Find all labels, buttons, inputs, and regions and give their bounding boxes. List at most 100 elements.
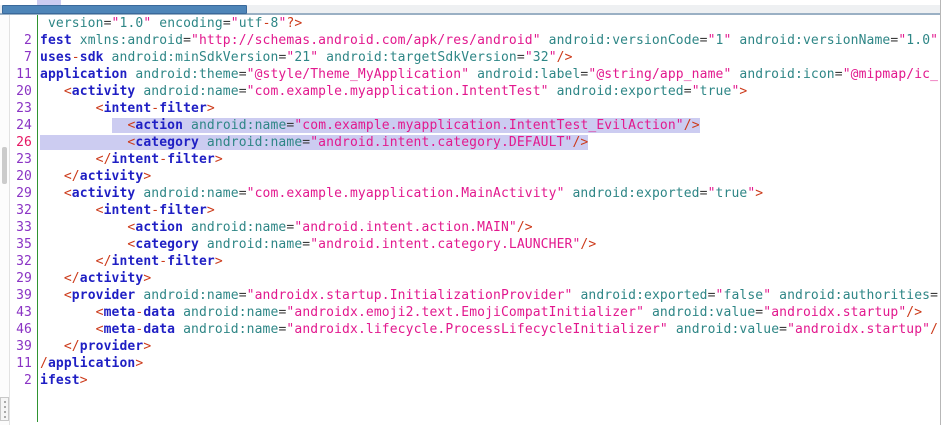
line-number[interactable]: 35 bbox=[9, 236, 37, 253]
code-line[interactable]: 43 <meta-data android:name="androidx.emo… bbox=[9, 304, 940, 321]
code-line[interactable]: 2fest xmlns:android="http://schemas.andr… bbox=[9, 32, 940, 49]
code-text: <provider android:name="androidx.startup… bbox=[37, 287, 938, 304]
line-number[interactable]: 24 bbox=[9, 117, 37, 134]
code-line[interactable]: 2ifest> bbox=[9, 372, 940, 389]
code-line[interactable]: 32 <intent-filter> bbox=[9, 202, 940, 219]
code-line[interactable]: version="1.0" encoding="utf-8"?> bbox=[9, 15, 940, 32]
code-line[interactable]: 39 <provider android:name="androidx.star… bbox=[9, 287, 940, 304]
code-line[interactable]: 23 </intent-filter> bbox=[9, 151, 940, 168]
code-line[interactable]: 11/application> bbox=[9, 355, 940, 372]
splitter-grip[interactable] bbox=[0, 397, 9, 421]
token: application bbox=[40, 67, 127, 82]
token: " bbox=[716, 288, 724, 303]
code-line[interactable]: 11application android:theme="@style/Them… bbox=[9, 66, 940, 83]
code-line[interactable]: 23 <intent-filter> bbox=[9, 100, 940, 117]
line-number[interactable]: 39 bbox=[9, 287, 37, 304]
code-text: /application> bbox=[37, 355, 143, 372]
token bbox=[40, 254, 96, 269]
token bbox=[40, 186, 64, 201]
left-scroll-thumb[interactable] bbox=[2, 147, 7, 184]
code-line[interactable]: 29 </activity> bbox=[9, 270, 940, 287]
token: </ bbox=[64, 339, 80, 354]
code-line[interactable]: 20 </activity> bbox=[9, 168, 940, 185]
code-text: <action android:name="com.example.myappl… bbox=[37, 117, 700, 134]
code-line[interactable]: 33 <action android:name="android.intent.… bbox=[9, 219, 940, 236]
token bbox=[40, 339, 64, 354]
code-text: <intent-filter> bbox=[37, 100, 215, 117]
token: = bbox=[700, 33, 708, 48]
token: > bbox=[207, 101, 215, 116]
code-line[interactable]: 20 <activity android:name="com.example.m… bbox=[9, 83, 940, 100]
line-number[interactable]: 7 bbox=[9, 49, 37, 66]
token: " bbox=[708, 186, 716, 201]
token: true bbox=[700, 84, 732, 99]
line-number[interactable]: 29 bbox=[9, 185, 37, 202]
token: = bbox=[239, 186, 247, 201]
line-number[interactable]: 2 bbox=[9, 32, 37, 49]
code-text: </activity> bbox=[37, 270, 151, 287]
token: activity bbox=[72, 84, 136, 99]
token: filter bbox=[159, 101, 207, 116]
code-line[interactable]: 35 <category android:name="android.inten… bbox=[9, 236, 940, 253]
line-number[interactable]: 43 bbox=[9, 304, 37, 321]
line-number[interactable]: 23 bbox=[9, 151, 37, 168]
line-number[interactable] bbox=[9, 15, 37, 32]
line-number[interactable]: 32 bbox=[9, 202, 37, 219]
code-line[interactable]: 7uses-sdk android:minSdkVersion="21" and… bbox=[9, 49, 940, 66]
code-line[interactable]: 29 <activity android:name="com.example.m… bbox=[9, 185, 940, 202]
token: data bbox=[143, 322, 175, 337]
code-line[interactable]: 32 </intent-filter> bbox=[9, 253, 940, 270]
code-editor-area[interactable]: version="1.0" encoding="utf-8"?>2fest xm… bbox=[9, 15, 940, 425]
horizontal-scrollbar[interactable] bbox=[0, 5, 940, 15]
code-line[interactable]: 46 <meta-data android:name="androidx.lif… bbox=[9, 321, 940, 338]
token: - bbox=[263, 16, 271, 31]
horizontal-scrollbar-thumb[interactable] bbox=[2, 5, 247, 14]
token: 1.0 bbox=[906, 33, 930, 48]
token: = bbox=[708, 288, 716, 303]
token bbox=[40, 322, 96, 337]
line-number-current[interactable]: 26 bbox=[9, 134, 37, 151]
line-number[interactable]: 46 bbox=[9, 321, 37, 338]
token: android:value bbox=[652, 305, 755, 320]
code-text: <action android:name="android.intent.act… bbox=[37, 219, 533, 236]
token: "androidx.startup.InitializationProvider… bbox=[247, 288, 573, 303]
token bbox=[72, 33, 80, 48]
code-line[interactable]: 26 <category android:name="android.inten… bbox=[9, 134, 940, 151]
line-number[interactable]: 33 bbox=[9, 219, 37, 236]
token: android:exported bbox=[557, 84, 684, 99]
token: "com.example.myapplication.IntentTest" bbox=[247, 84, 549, 99]
token: /> bbox=[557, 50, 573, 65]
token: / bbox=[40, 356, 48, 371]
token bbox=[40, 305, 96, 320]
token: /> bbox=[580, 237, 596, 252]
line-number[interactable]: 20 bbox=[9, 168, 37, 185]
line-number[interactable]: 32 bbox=[9, 253, 37, 270]
code-line[interactable]: 39 </provider> bbox=[9, 338, 940, 355]
token: " bbox=[930, 33, 938, 48]
grip-dots-icon bbox=[4, 406, 6, 408]
token: = bbox=[930, 288, 938, 303]
code-text: <meta-data android:name="androidx.emoji2… bbox=[37, 304, 922, 321]
line-number[interactable]: 11 bbox=[9, 66, 37, 83]
token: activity bbox=[72, 186, 136, 201]
token: ifest bbox=[40, 373, 80, 388]
token: "android.intent.action.MAIN" bbox=[294, 220, 517, 235]
code-line[interactable]: 24 <action android:name="com.example.mya… bbox=[9, 117, 940, 134]
line-number[interactable]: 39 bbox=[9, 338, 37, 355]
token bbox=[40, 152, 96, 167]
token: < bbox=[96, 203, 104, 218]
line-number[interactable]: 11 bbox=[9, 355, 37, 372]
token: = bbox=[104, 16, 112, 31]
line-number[interactable]: 20 bbox=[9, 83, 37, 100]
token: </ bbox=[64, 271, 80, 286]
code-text: </activity> bbox=[37, 168, 151, 185]
line-number[interactable]: 2 bbox=[9, 372, 37, 389]
token: android:versionCode bbox=[549, 33, 700, 48]
selected-token bbox=[199, 135, 207, 150]
token bbox=[40, 271, 64, 286]
token: > bbox=[143, 169, 151, 184]
token bbox=[771, 288, 779, 303]
line-number[interactable]: 23 bbox=[9, 100, 37, 117]
token bbox=[40, 288, 64, 303]
line-number[interactable]: 29 bbox=[9, 270, 37, 287]
